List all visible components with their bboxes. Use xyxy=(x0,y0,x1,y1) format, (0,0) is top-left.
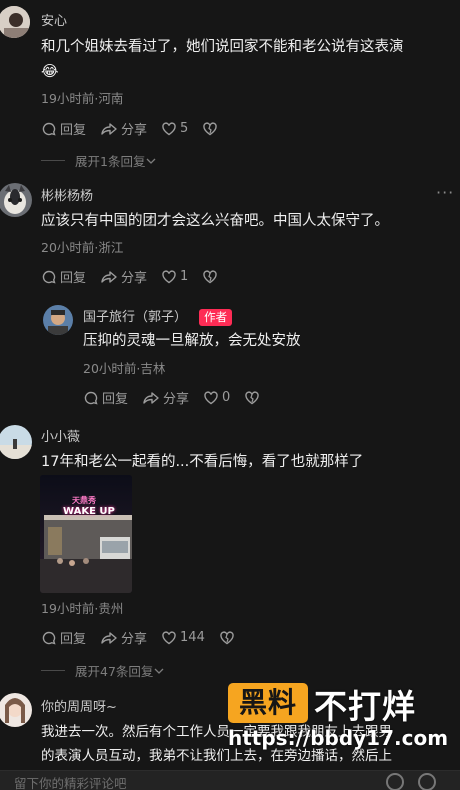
dislike-button[interactable] xyxy=(244,390,263,406)
heart-icon xyxy=(204,390,218,404)
chevron-down-icon xyxy=(146,158,156,164)
reply-label: 回复 xyxy=(102,392,129,407)
emoji-icon[interactable] xyxy=(418,773,436,790)
like-count: 144 xyxy=(180,630,205,645)
expand-replies-label: 展开47条回复 xyxy=(75,664,154,679)
reply-button[interactable]: 回复 xyxy=(41,267,86,286)
broken-heart-icon xyxy=(203,269,218,283)
share-label: 分享 xyxy=(163,392,190,407)
expand-replies-button[interactable]: 展开1条回复 xyxy=(41,151,157,170)
share-icon xyxy=(101,631,117,644)
reply-username[interactable]: 国子旅行（郭子） 作者 xyxy=(83,306,233,326)
reply-label: 回复 xyxy=(60,123,87,138)
heart-icon xyxy=(162,269,176,283)
reply-icon xyxy=(42,631,56,645)
comment-meta: 20小时前·浙江 xyxy=(41,240,124,255)
like-count: 0 xyxy=(222,390,231,405)
share-icon xyxy=(143,391,159,404)
comment-panel: 安心 和几个姐妹去看过了，她们说回家不能和老公说有这表演 😂 19小时前·河南 … xyxy=(0,0,460,790)
divider xyxy=(41,670,65,671)
avatar[interactable] xyxy=(0,6,30,38)
avatar-image xyxy=(43,305,73,335)
dislike-button[interactable] xyxy=(202,269,221,285)
reply-meta: 20小时前·吉林 xyxy=(83,361,166,376)
photo-sign-top: 天鼎秀 xyxy=(72,496,96,505)
like-button[interactable]: 144 xyxy=(161,630,205,646)
comment-username[interactable]: 彬彬杨杨 xyxy=(41,185,93,204)
like-button[interactable]: 5 xyxy=(161,121,188,137)
share-button[interactable]: 分享 xyxy=(100,119,147,138)
watermark: 黑料 不打烊 https://bbdy17.com xyxy=(228,680,460,756)
reply-username-text: 国子旅行（郭子） xyxy=(83,310,188,325)
reply-icon xyxy=(84,391,98,405)
share-icon xyxy=(101,270,117,283)
broken-heart-icon xyxy=(203,121,218,135)
share-label: 分享 xyxy=(121,123,148,138)
share-icon xyxy=(101,122,117,135)
comment-username[interactable]: 安心 xyxy=(41,10,67,29)
broken-heart-icon xyxy=(220,630,234,644)
heart-icon xyxy=(162,121,176,135)
avatar-image xyxy=(0,6,30,38)
like-count: 5 xyxy=(180,121,189,136)
chevron-down-icon xyxy=(154,668,164,674)
share-button[interactable]: 分享 xyxy=(142,388,189,407)
reply-actions: 回复 分享 0 xyxy=(83,388,277,407)
share-label: 分享 xyxy=(121,271,148,286)
like-button[interactable]: 1 xyxy=(161,269,188,285)
reply-button[interactable]: 回复 xyxy=(83,388,128,407)
comment-text: 17年和老公一起看的...不看后悔，看了也就那样了 xyxy=(41,450,451,474)
share-label: 分享 xyxy=(121,632,148,647)
comment-actions: 回复 分享 5 xyxy=(41,119,235,138)
reply-button[interactable]: 回复 xyxy=(41,119,86,138)
avatar-image xyxy=(0,183,32,217)
share-button[interactable]: 分享 xyxy=(100,267,147,286)
divider xyxy=(41,160,65,161)
more-options-icon[interactable]: ··· xyxy=(436,183,454,202)
like-count: 1 xyxy=(180,269,189,284)
comment-meta: 19小时前·河南 xyxy=(41,91,124,106)
reply-icon xyxy=(42,122,56,136)
comment-input-bar[interactable]: 留下你的精彩评论吧 xyxy=(0,770,460,790)
reply-text: 压抑的灵魂一旦解放，会无处安放 xyxy=(83,333,301,349)
watermark-slogan: 不打烊 xyxy=(314,687,416,726)
heart-icon xyxy=(162,630,176,644)
comment-username[interactable]: 你的周周呀~ xyxy=(41,696,117,715)
comment-photo[interactable]: 天鼎秀 WAKE UP xyxy=(40,475,132,593)
comment-emoji: 😂 xyxy=(41,62,59,80)
expand-replies-button[interactable]: 展开47条回复 xyxy=(41,661,165,680)
comment-actions: 回复 分享 144 xyxy=(41,628,252,647)
avatar-image xyxy=(0,425,32,459)
like-button[interactable]: 0 xyxy=(203,390,230,406)
comment-text-line: 和几个姐妹去看过了，她们说回家不能和老公说有这表演 xyxy=(41,39,404,55)
avatar[interactable] xyxy=(0,425,32,459)
avatar-image xyxy=(0,693,32,727)
dislike-button[interactable] xyxy=(202,121,221,137)
comment-text-line: 应该只有中国的团才会这么兴奋吧。中国人太保守了。 xyxy=(41,213,389,229)
expand-replies-label: 展开1条回复 xyxy=(75,154,146,169)
comment-photo-image xyxy=(40,475,132,593)
dislike-button[interactable] xyxy=(219,630,238,646)
share-button[interactable]: 分享 xyxy=(100,628,147,647)
comment-actions: 回复 分享 1 xyxy=(41,267,235,286)
comment-text-line: 17年和老公一起看的...不看后悔，看了也就那样了 xyxy=(41,454,364,470)
reply-label: 回复 xyxy=(60,271,87,286)
reply-label: 回复 xyxy=(60,632,87,647)
broken-heart-icon xyxy=(245,390,260,404)
avatar[interactable] xyxy=(43,305,73,335)
avatar[interactable] xyxy=(0,693,32,727)
comment-meta: 19小时前·贵州 xyxy=(41,601,124,616)
comment-text: 应该只有中国的团才会这么兴奋吧。中国人太保守了。 xyxy=(41,209,451,233)
author-badge: 作者 xyxy=(199,309,233,326)
comment-username[interactable]: 小小薇 xyxy=(41,426,80,445)
reply-icon xyxy=(42,270,56,284)
at-icon[interactable] xyxy=(386,773,404,790)
watermark-logo: 黑料 xyxy=(228,683,308,723)
photo-sign: WAKE UP xyxy=(63,506,115,517)
reply-button[interactable]: 回复 xyxy=(41,628,86,647)
comment-input-placeholder: 留下你的精彩评论吧 xyxy=(14,776,127,790)
avatar[interactable] xyxy=(0,183,32,217)
watermark-url: https://bbdy17.com xyxy=(228,726,449,750)
comment-text: 和几个姐妹去看过了，她们说回家不能和老公说有这表演 😂 xyxy=(41,35,451,83)
